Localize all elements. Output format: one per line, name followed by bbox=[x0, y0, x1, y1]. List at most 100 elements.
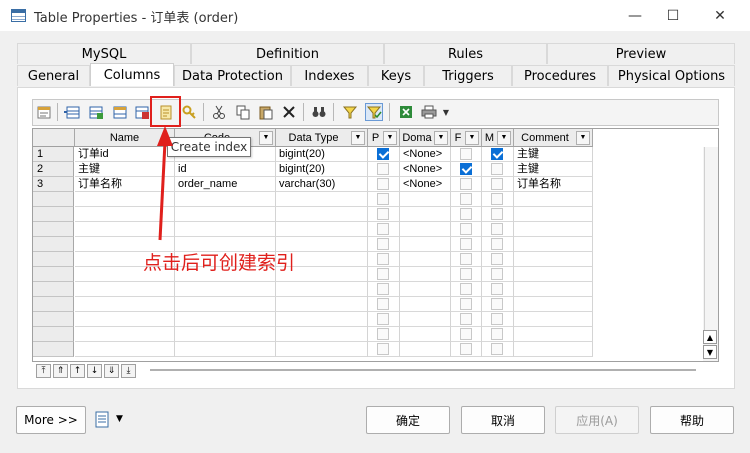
row-checkbox[interactable] bbox=[460, 328, 472, 340]
empty-cell[interactable] bbox=[482, 267, 514, 282]
row-checkbox[interactable] bbox=[377, 298, 389, 310]
row-checkbox[interactable] bbox=[491, 253, 503, 265]
empty-cell[interactable] bbox=[400, 282, 451, 297]
row-header[interactable] bbox=[33, 222, 74, 237]
empty-cell[interactable] bbox=[276, 207, 368, 222]
row-checkbox[interactable] bbox=[377, 328, 389, 340]
row-checkbox[interactable] bbox=[377, 223, 389, 235]
tab-mysql[interactable]: MySQL bbox=[17, 43, 191, 64]
empty-cell[interactable] bbox=[451, 237, 482, 252]
empty-cell[interactable] bbox=[368, 207, 400, 222]
cell-domain[interactable]: <None> bbox=[400, 162, 451, 177]
empty-cell[interactable] bbox=[514, 312, 593, 327]
column-header-mandatory[interactable]: M ▼ bbox=[482, 129, 514, 147]
row-checkbox[interactable] bbox=[491, 208, 503, 220]
row-header[interactable]: 3 bbox=[33, 177, 74, 192]
list-dropdown-icon[interactable]: ▼ bbox=[116, 414, 123, 424]
row-checkbox[interactable] bbox=[460, 223, 472, 235]
empty-cell[interactable] bbox=[482, 207, 514, 222]
chevron-down-icon[interactable]: ▼ bbox=[383, 130, 397, 145]
chevron-down-icon[interactable]: ▼ bbox=[465, 130, 479, 145]
empty-cell[interactable] bbox=[514, 267, 593, 282]
add-row-icon[interactable] bbox=[87, 103, 105, 121]
empty-cell[interactable] bbox=[400, 297, 451, 312]
empty-cell[interactable] bbox=[368, 222, 400, 237]
cell-data-type[interactable]: varchar(30) bbox=[276, 177, 368, 192]
row-checkbox[interactable] bbox=[491, 193, 503, 205]
horizontal-scrollbar[interactable] bbox=[150, 369, 696, 371]
delete-icon[interactable] bbox=[280, 103, 298, 121]
column-header-domain[interactable]: Doma ▼ bbox=[400, 129, 451, 147]
cell-code[interactable]: id bbox=[175, 162, 276, 177]
tab-physical-options[interactable]: Physical Options bbox=[608, 65, 735, 86]
insert-row-icon[interactable] bbox=[63, 103, 81, 121]
cut-icon[interactable] bbox=[210, 103, 228, 121]
move-up-icon[interactable]: ↑ bbox=[70, 364, 85, 378]
empty-cell[interactable] bbox=[451, 327, 482, 342]
empty-cell[interactable] bbox=[400, 312, 451, 327]
row-checkbox[interactable] bbox=[491, 223, 503, 235]
empty-cell[interactable] bbox=[75, 327, 175, 342]
empty-cell[interactable] bbox=[175, 222, 276, 237]
copy-icon[interactable] bbox=[234, 103, 252, 121]
row-checkbox[interactable] bbox=[377, 268, 389, 280]
tab-definition[interactable]: Definition bbox=[191, 43, 384, 64]
empty-cell[interactable] bbox=[276, 192, 368, 207]
empty-cell[interactable] bbox=[368, 282, 400, 297]
empty-cell[interactable] bbox=[400, 252, 451, 267]
primary-checkbox[interactable] bbox=[377, 148, 389, 160]
empty-cell[interactable] bbox=[482, 222, 514, 237]
properties-icon[interactable] bbox=[35, 103, 53, 121]
row-checkbox[interactable] bbox=[377, 238, 389, 250]
empty-cell[interactable] bbox=[75, 297, 175, 312]
tab-procedures[interactable]: Procedures bbox=[512, 65, 608, 86]
empty-cell[interactable] bbox=[368, 192, 400, 207]
excel-export-icon[interactable] bbox=[397, 103, 415, 121]
empty-cell[interactable] bbox=[175, 282, 276, 297]
empty-cell[interactable] bbox=[400, 192, 451, 207]
empty-cell[interactable] bbox=[451, 222, 482, 237]
empty-cell[interactable] bbox=[482, 237, 514, 252]
empty-cell[interactable] bbox=[368, 342, 400, 357]
maximize-button[interactable]: ☐ bbox=[650, 0, 696, 31]
row-checkbox[interactable] bbox=[460, 283, 472, 295]
tab-indexes[interactable]: Indexes bbox=[291, 65, 368, 86]
empty-cell[interactable] bbox=[514, 252, 593, 267]
empty-cell[interactable] bbox=[514, 282, 593, 297]
print-icon[interactable] bbox=[420, 103, 438, 121]
scroll-down-icon[interactable]: ▼ bbox=[703, 345, 717, 359]
tab-data-protection[interactable]: Data Protection bbox=[174, 65, 291, 86]
row-checkbox[interactable] bbox=[377, 283, 389, 295]
empty-cell[interactable] bbox=[368, 237, 400, 252]
empty-cell[interactable] bbox=[175, 312, 276, 327]
close-button[interactable]: ✕ bbox=[697, 0, 743, 31]
empty-cell[interactable] bbox=[482, 252, 514, 267]
column-header-foreign[interactable]: F ▼ bbox=[451, 129, 482, 147]
chevron-down-icon[interactable]: ▼ bbox=[259, 130, 273, 145]
move-page-down-icon[interactable]: ⇓ bbox=[104, 364, 119, 378]
empty-cell[interactable] bbox=[482, 282, 514, 297]
empty-cell[interactable] bbox=[75, 342, 175, 357]
mandatory-checkbox[interactable] bbox=[491, 163, 503, 175]
cell-data-type[interactable]: bigint(20) bbox=[276, 162, 368, 177]
tab-keys[interactable]: Keys bbox=[368, 65, 424, 86]
print-dropdown-icon[interactable]: ▼ bbox=[440, 103, 452, 121]
empty-cell[interactable] bbox=[482, 342, 514, 357]
cell-domain[interactable]: <None> bbox=[400, 147, 451, 162]
cell-data-type[interactable]: bigint(20) bbox=[276, 147, 368, 162]
empty-cell[interactable] bbox=[368, 252, 400, 267]
empty-cell[interactable] bbox=[368, 327, 400, 342]
chevron-down-icon[interactable]: ▼ bbox=[351, 130, 365, 145]
column-header-primary[interactable]: P ▼ bbox=[368, 129, 400, 147]
cell-comment[interactable]: 主键 bbox=[514, 162, 593, 177]
empty-cell[interactable] bbox=[482, 192, 514, 207]
move-top-icon[interactable]: ⤒ bbox=[36, 364, 51, 378]
empty-cell[interactable] bbox=[276, 312, 368, 327]
chevron-down-icon[interactable]: ▼ bbox=[434, 130, 448, 145]
empty-cell[interactable] bbox=[175, 327, 276, 342]
vertical-scrollbar[interactable]: ▲ ▼ bbox=[703, 147, 718, 361]
cell-code[interactable]: order_name bbox=[175, 177, 276, 192]
row-checkbox[interactable] bbox=[491, 298, 503, 310]
empty-cell[interactable] bbox=[451, 282, 482, 297]
empty-cell[interactable] bbox=[276, 342, 368, 357]
